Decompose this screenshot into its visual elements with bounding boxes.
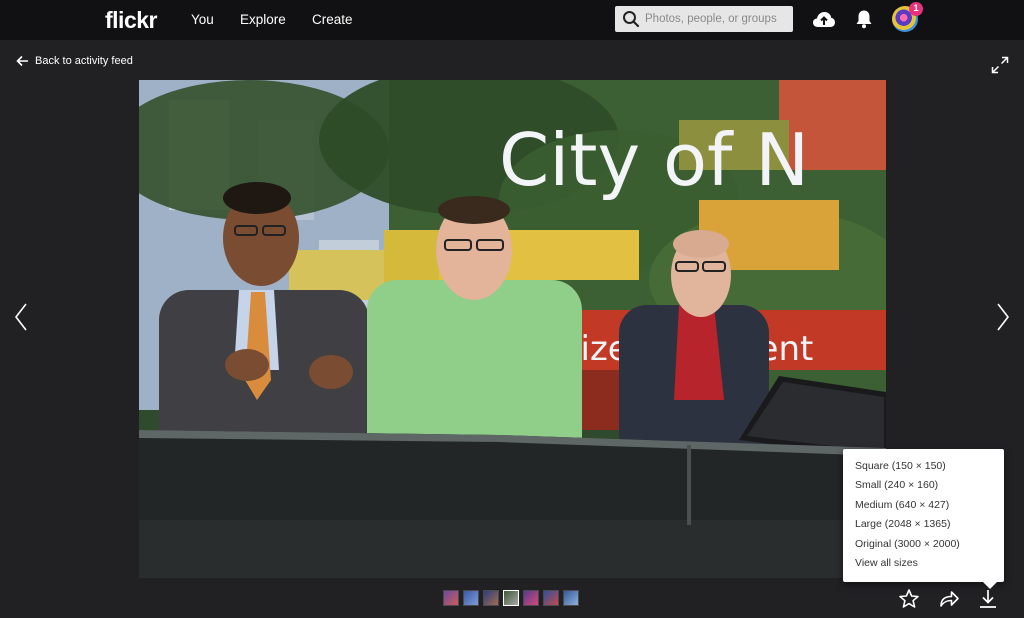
filmstrip-thumbnail[interactable] — [543, 590, 559, 606]
back-label: Back to activity feed — [35, 55, 133, 67]
previous-photo-arrow-icon[interactable] — [14, 302, 28, 332]
flickr-logo[interactable]: flickr — [105, 7, 157, 34]
filmstrip-thumbnail[interactable] — [563, 590, 579, 606]
search-box[interactable] — [615, 6, 793, 32]
filmstrip-thumbnail[interactable] — [463, 590, 479, 606]
download-icon[interactable] — [977, 588, 999, 610]
download-square-option[interactable]: Square (150 × 150) — [855, 460, 946, 472]
download-medium-option[interactable]: Medium (640 × 427) — [855, 499, 949, 511]
nav-you[interactable]: You — [191, 12, 214, 27]
search-icon — [623, 11, 640, 28]
notification-badge: 1 — [909, 2, 923, 16]
sign-text: City of N — [499, 118, 809, 202]
photo-illustration: City of N Citizen agement — [139, 80, 886, 578]
filmstrip-thumbnail-current[interactable] — [503, 590, 519, 606]
favorite-star-icon[interactable] — [898, 588, 920, 610]
download-large-option[interactable]: Large (2048 × 1365) — [855, 518, 950, 530]
back-arrow-icon — [16, 55, 28, 67]
main-photo[interactable]: City of N Citizen agement — [139, 80, 886, 578]
upload-cloud-icon[interactable] — [812, 9, 836, 29]
fullscreen-expand-icon[interactable] — [991, 56, 1009, 74]
share-arrow-icon[interactable] — [938, 588, 960, 610]
view-all-sizes-link[interactable]: View all sizes — [855, 557, 918, 569]
notification-bell-icon[interactable] — [855, 9, 873, 29]
next-photo-arrow-icon[interactable] — [996, 302, 1010, 332]
download-sizes-menu: Square (150 × 150) Small (240 × 160) Med… — [843, 449, 1004, 589]
nav-create[interactable]: Create — [312, 12, 353, 27]
download-small-option[interactable]: Small (240 × 160) — [855, 479, 938, 491]
filmstrip-thumbnail[interactable] — [443, 590, 459, 606]
top-navigation-bar: flickr You Explore Create 1 — [0, 0, 1024, 40]
search-input[interactable] — [645, 10, 787, 28]
filmstrip-thumbnail[interactable] — [483, 590, 499, 606]
filmstrip-thumbnail[interactable] — [523, 590, 539, 606]
nav-explore[interactable]: Explore — [240, 12, 286, 27]
download-original-option[interactable]: Original (3000 × 2000) — [855, 538, 960, 550]
